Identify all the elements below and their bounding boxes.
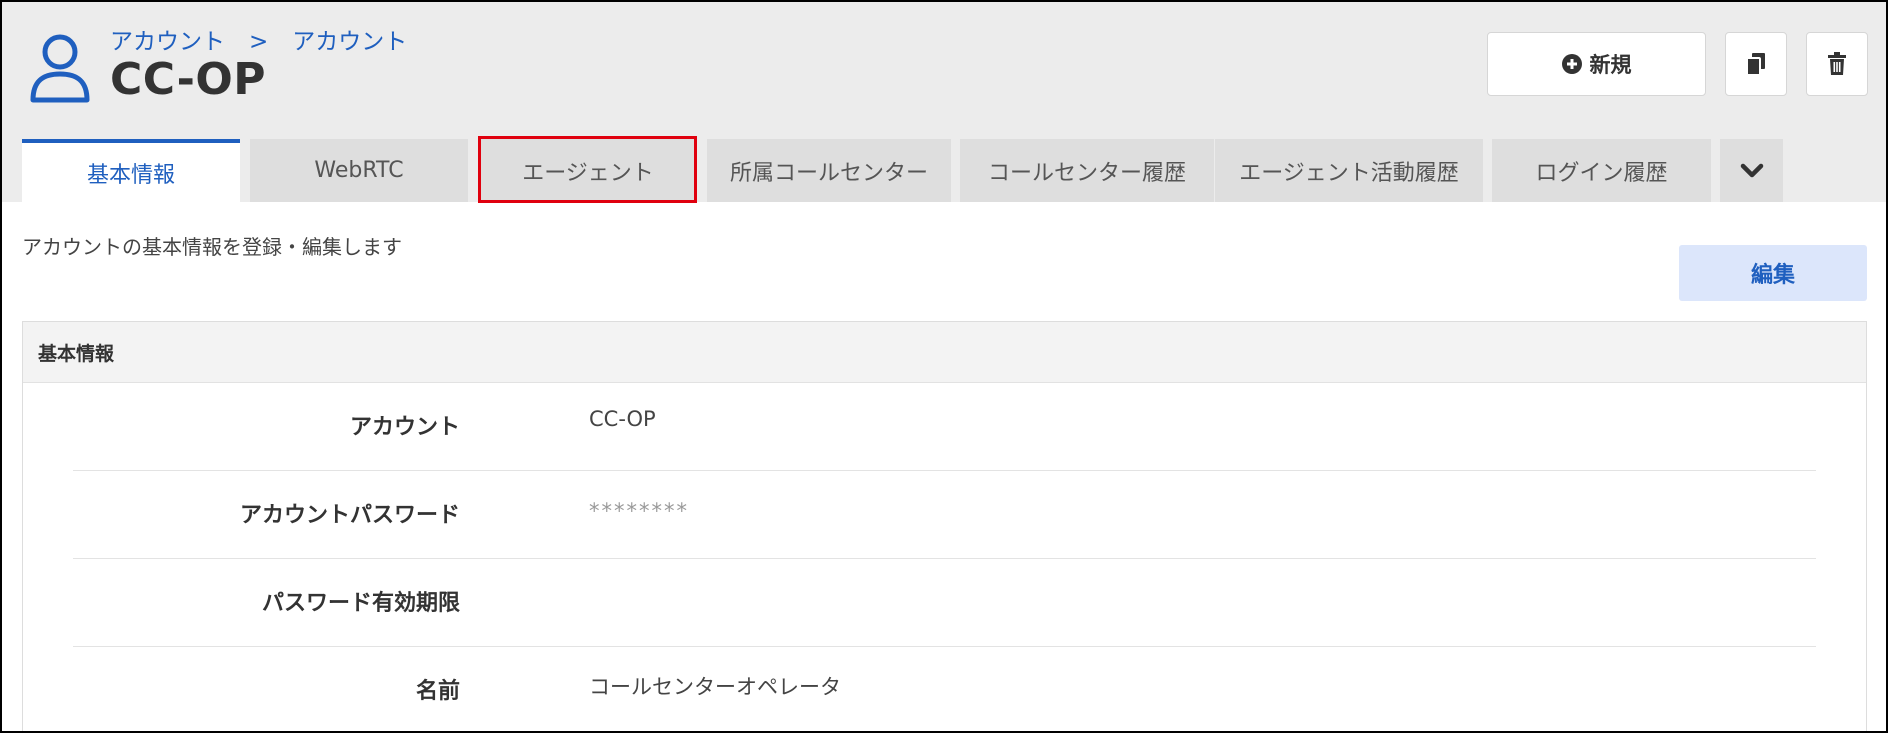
trash-icon bbox=[1828, 52, 1846, 75]
edit-button-label: 編集 bbox=[1750, 263, 1795, 288]
field-label: パスワード有効期限 bbox=[261, 591, 460, 616]
new-button[interactable]: 新規 bbox=[1487, 32, 1706, 96]
tab-agent-activity-history[interactable]: エージェント活動履歴 bbox=[1215, 139, 1483, 202]
plus-circle-icon bbox=[1561, 54, 1582, 74]
tab-label: コールセンター履歴 bbox=[987, 160, 1186, 186]
page-header: アカウント > アカウント CC-OP 新規 基本情報 WebRTC エージェン… bbox=[2, 2, 1886, 202]
field-label: 名前 bbox=[415, 679, 460, 704]
tab-webrtc[interactable]: WebRTC bbox=[250, 139, 468, 202]
field-row-password-expiry: パスワード有効期限 bbox=[73, 559, 1816, 647]
copy-icon bbox=[1746, 53, 1765, 76]
tab-label: エージェント活動履歴 bbox=[1239, 160, 1459, 186]
tab-label: エージェント bbox=[522, 160, 654, 186]
field-label: アカウントパスワード bbox=[239, 503, 460, 528]
breadcrumb-item-accounts[interactable]: アカウント bbox=[110, 29, 225, 55]
field-row-account-password: アカウントパスワード ******** bbox=[73, 471, 1816, 559]
breadcrumb-item-account[interactable]: アカウント bbox=[292, 29, 407, 55]
tab-label: 基本情報 bbox=[86, 162, 175, 188]
tab-call-center-history[interactable]: コールセンター履歴 bbox=[960, 139, 1214, 202]
tab-label: WebRTC bbox=[314, 158, 404, 183]
basic-info-panel: 基本情報 アカウント CC-OP アカウントパスワード ******** パスワ… bbox=[22, 321, 1867, 731]
field-value: CC-OP bbox=[589, 407, 656, 431]
field-label: アカウント bbox=[349, 415, 460, 440]
tab-label: 所属コールセンター bbox=[729, 160, 928, 186]
tab-login-history[interactable]: ログイン履歴 bbox=[1492, 139, 1711, 202]
panel-title: 基本情報 bbox=[23, 322, 1866, 383]
tab-label: ログイン履歴 bbox=[1535, 160, 1668, 186]
chevron-down-icon bbox=[1740, 163, 1763, 177]
tab-basic-info[interactable]: 基本情報 bbox=[22, 139, 240, 202]
tab-call-center-membership[interactable]: 所属コールセンター bbox=[707, 139, 951, 202]
app-window: アカウント > アカウント CC-OP 新規 基本情報 WebRTC エージェン… bbox=[0, 0, 1888, 733]
user-icon bbox=[30, 34, 90, 103]
edit-button[interactable]: 編集 bbox=[1679, 245, 1867, 301]
copy-button[interactable] bbox=[1725, 32, 1787, 96]
field-row-account: アカウント CC-OP bbox=[73, 383, 1816, 471]
delete-button[interactable] bbox=[1806, 32, 1868, 96]
field-value: ******** bbox=[589, 499, 689, 523]
page-description: アカウントの基本情報を登録・編集します bbox=[22, 235, 402, 259]
page-title: CC-OP bbox=[110, 54, 267, 105]
breadcrumb: アカウント > アカウント bbox=[110, 22, 407, 56]
tabs-more-button[interactable] bbox=[1720, 139, 1783, 202]
field-value: コールセンターオペレータ bbox=[589, 675, 841, 699]
tab-agent[interactable]: エージェント bbox=[479, 139, 697, 202]
breadcrumb-separator: > bbox=[249, 29, 269, 55]
field-row-name: 名前 コールセンターオペレータ bbox=[73, 647, 1816, 731]
new-button-label: 新規 bbox=[1589, 53, 1632, 77]
